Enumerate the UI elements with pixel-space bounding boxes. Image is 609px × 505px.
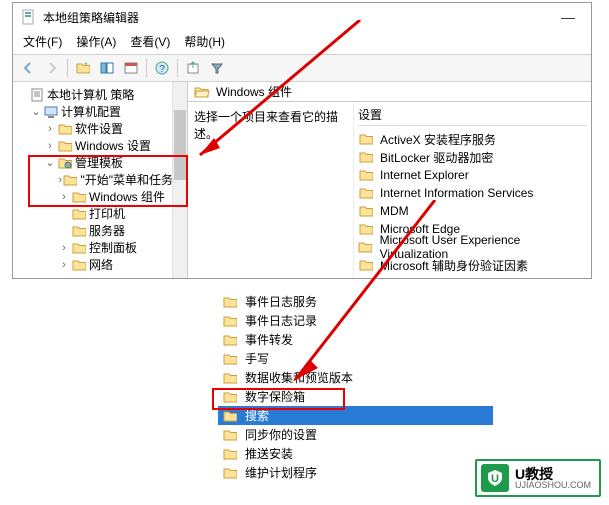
doc-icon bbox=[29, 88, 44, 102]
right-header: Windows 组件 bbox=[188, 82, 591, 102]
help-button[interactable]: ? bbox=[151, 57, 173, 79]
list-item[interactable]: Internet Information Services bbox=[358, 184, 587, 202]
list-item[interactable]: 事件转发 bbox=[218, 330, 493, 349]
folder-icon bbox=[222, 447, 237, 461]
tree-start-menu[interactable]: ›"开始"菜单和任务栏 bbox=[15, 171, 185, 188]
watermark-title: U教授 bbox=[515, 467, 591, 481]
settings-list: 设置 ActiveX 安装程序服务 BitLocker 驱动器加密 Intern… bbox=[353, 102, 591, 278]
forward-button[interactable] bbox=[41, 57, 63, 79]
list-item[interactable]: BitLocker 驱动器加密 bbox=[358, 148, 587, 166]
tree-pane: ▸本地计算机 策略 ⌄计算机配置 ›软件设置 ›Windows 设置 ⌄管理模板… bbox=[13, 82, 188, 278]
list-item[interactable]: Internet Explorer bbox=[358, 166, 587, 184]
folder-icon bbox=[63, 173, 77, 187]
menu-help[interactable]: 帮助(H) bbox=[184, 33, 225, 50]
components-sublist: 事件日志服务 事件日志记录 事件转发 手写 数据收集和预览版本 数字保险箱 搜索… bbox=[218, 292, 493, 482]
show-hide-tree-button[interactable] bbox=[96, 57, 118, 79]
minimize-button[interactable]: — bbox=[553, 9, 583, 25]
settings-header: 设置 bbox=[358, 106, 587, 126]
folder-icon bbox=[57, 122, 72, 136]
folder-icon bbox=[358, 186, 373, 200]
tree-control-panel[interactable]: ›控制面板 bbox=[15, 239, 185, 256]
folder-icon bbox=[358, 222, 373, 236]
folder-icon bbox=[222, 295, 237, 309]
window-title: 本地组策略编辑器 bbox=[43, 9, 553, 26]
folder-icon bbox=[222, 371, 237, 385]
folder-icon bbox=[222, 333, 237, 347]
menu-file[interactable]: 文件(F) bbox=[23, 33, 62, 50]
tree-scrollbar[interactable] bbox=[172, 82, 187, 278]
list-item[interactable]: 维护计划程序 bbox=[218, 463, 493, 482]
list-item[interactable]: MDM bbox=[358, 202, 587, 220]
folder-icon bbox=[71, 190, 86, 204]
menu-view[interactable]: 查看(V) bbox=[130, 33, 170, 50]
svg-text:?: ? bbox=[159, 64, 165, 75]
folder-icon bbox=[358, 240, 373, 254]
tree-windows-components[interactable]: ›Windows 组件 bbox=[15, 188, 185, 205]
tree-printers[interactable]: ▸打印机 bbox=[15, 205, 185, 222]
titlebar: 本地组策略编辑器 — bbox=[13, 3, 591, 31]
menubar: 文件(F) 操作(A) 查看(V) 帮助(H) bbox=[13, 31, 591, 54]
tree-root[interactable]: ▸本地计算机 策略 bbox=[15, 86, 185, 103]
folder-icon bbox=[222, 428, 237, 442]
watermark-url: UJIAOSHOU.COM bbox=[515, 481, 591, 490]
filter-button[interactable] bbox=[206, 57, 228, 79]
gear-folder-icon bbox=[57, 156, 72, 170]
list-item[interactable]: 推送安装 bbox=[218, 444, 493, 463]
folder-icon bbox=[358, 204, 373, 218]
right-pane: Windows 组件 选择一个项目来查看它的描述。 设置 ActiveX 安装程… bbox=[188, 82, 591, 278]
menu-action[interactable]: 操作(A) bbox=[76, 33, 116, 50]
gpedit-window: 本地组策略编辑器 — 文件(F) 操作(A) 查看(V) 帮助(H) ? ▸本地… bbox=[12, 2, 592, 279]
watermark: U U教授 UJIAOSHOU.COM bbox=[475, 459, 601, 497]
list-item[interactable]: 同步你的设置 bbox=[218, 425, 493, 444]
watermark-shield-icon: U bbox=[481, 464, 509, 492]
folder-icon bbox=[358, 132, 373, 146]
folder-icon bbox=[71, 207, 86, 221]
tree-computer-config[interactable]: ⌄计算机配置 bbox=[15, 103, 185, 120]
tree-network[interactable]: ›网络 bbox=[15, 256, 185, 273]
properties-button[interactable] bbox=[120, 57, 142, 79]
folder-icon bbox=[222, 314, 237, 328]
tree-windows-settings[interactable]: ›Windows 设置 bbox=[15, 137, 185, 154]
folder-icon bbox=[222, 466, 237, 480]
list-item[interactable]: 数据收集和预览版本 bbox=[218, 368, 493, 387]
folder-icon bbox=[71, 241, 86, 255]
list-item[interactable]: 数字保险箱 bbox=[218, 387, 493, 406]
tree-software-settings[interactable]: ›软件设置 bbox=[15, 120, 185, 137]
folder-icon bbox=[71, 258, 86, 272]
list-item[interactable]: 事件日志服务 bbox=[218, 292, 493, 311]
export-button[interactable] bbox=[182, 57, 204, 79]
tree-server[interactable]: ▸服务器 bbox=[15, 222, 185, 239]
list-item[interactable]: Microsoft User Experience Virtualization bbox=[358, 238, 587, 256]
list-item[interactable]: 事件日志记录 bbox=[218, 311, 493, 330]
up-button[interactable] bbox=[72, 57, 94, 79]
folder-icon bbox=[358, 258, 373, 272]
folder-icon bbox=[222, 409, 237, 423]
folder-icon bbox=[358, 150, 373, 164]
back-button[interactable] bbox=[17, 57, 39, 79]
folder-icon bbox=[222, 390, 237, 404]
tree-admin-templates[interactable]: ⌄管理模板 bbox=[15, 154, 185, 171]
folder-icon bbox=[71, 224, 86, 238]
folder-icon bbox=[57, 139, 72, 153]
folder-open-icon bbox=[194, 85, 210, 99]
folder-icon bbox=[358, 168, 373, 182]
description-column: 选择一个项目来查看它的描述。 bbox=[188, 102, 353, 278]
list-item-selected[interactable]: 搜索 bbox=[218, 406, 493, 425]
right-header-title: Windows 组件 bbox=[216, 83, 292, 100]
list-item[interactable]: 手写 bbox=[218, 349, 493, 368]
toolbar: ? bbox=[13, 54, 591, 82]
folder-icon bbox=[222, 352, 237, 366]
description-text: 选择一个项目来查看它的描述。 bbox=[194, 108, 347, 142]
pc-icon bbox=[43, 105, 58, 119]
app-icon bbox=[21, 9, 37, 25]
content-pane: ▸本地计算机 策略 ⌄计算机配置 ›软件设置 ›Windows 设置 ⌄管理模板… bbox=[13, 82, 591, 278]
svg-text:U: U bbox=[491, 473, 499, 485]
list-item[interactable]: ActiveX 安装程序服务 bbox=[358, 130, 587, 148]
